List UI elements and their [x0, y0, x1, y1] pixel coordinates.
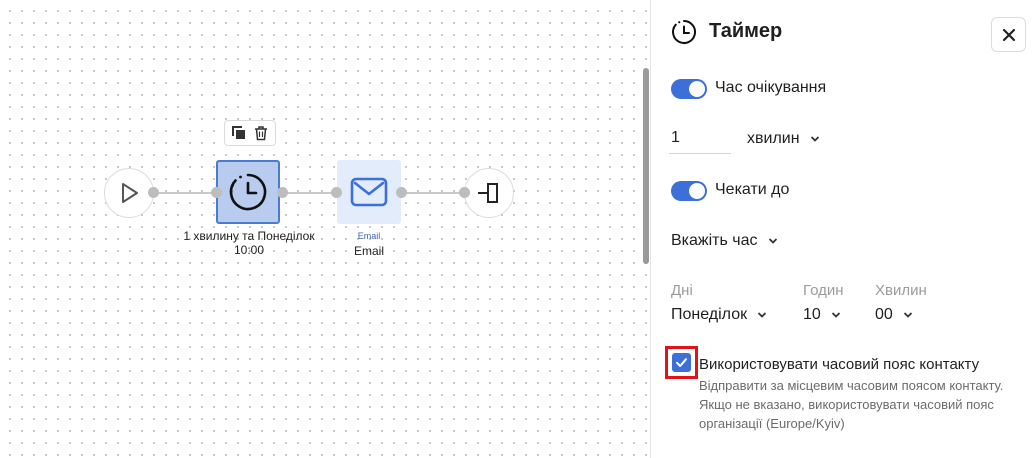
workflow-canvas[interactable]: 1 хвилину та Понеділок 10:00 Email Email [0, 0, 650, 458]
connector-timer-email [282, 192, 337, 194]
hours-select[interactable]: 10 [803, 306, 841, 324]
checkbox-highlight-frame [665, 346, 698, 379]
copy-button[interactable] [230, 124, 248, 142]
trash-icon [255, 126, 268, 141]
panel-title: Таймер [709, 20, 783, 42]
wait-unit-select[interactable]: хвилин [747, 130, 820, 148]
minutes-select[interactable]: 00 [875, 306, 913, 324]
timer-icon [229, 173, 267, 211]
wait-toggle-label: Час очікування [715, 79, 827, 96]
app-window: 1 хвилину та Понеділок 10:00 Email Email [0, 0, 1035, 458]
close-button[interactable] [991, 17, 1026, 52]
wait-until-toggle[interactable] [671, 181, 707, 201]
timer-output-port[interactable] [277, 187, 288, 198]
wait-unit-value: хвилин [747, 130, 800, 147]
timer-input-port[interactable] [211, 187, 222, 198]
time-mode-value: Вкажіть час [671, 232, 758, 249]
days-label: Дні [671, 282, 693, 299]
delete-button[interactable] [252, 124, 270, 142]
play-icon [122, 183, 138, 203]
hours-value: 10 [803, 306, 821, 323]
connector-email-exit [402, 192, 464, 194]
timer-settings-panel: Таймер Час очікування хвилин Чекати до В… [650, 0, 1035, 458]
node-toolbar [224, 120, 276, 146]
email-node-label: Email [353, 244, 384, 258]
timer-label-line2: 10:00 [233, 243, 265, 257]
wait-until-toggle-label: Чекати до [715, 181, 790, 198]
time-mode-select[interactable]: Вкажіть час [671, 232, 778, 250]
email-node-sublabel: Email [357, 231, 381, 241]
timer-node-label: 1 хвилину та Понеділок 10:00 [170, 229, 328, 257]
timezone-checkbox[interactable] [672, 353, 691, 372]
chevron-down-icon [768, 238, 777, 244]
start-node[interactable] [104, 168, 154, 218]
days-value: Понеділок [671, 306, 748, 323]
chevron-down-icon [810, 136, 819, 142]
chevron-down-icon [903, 312, 912, 318]
minutes-label: Хвилин [875, 282, 927, 299]
minutes-value: 00 [875, 306, 893, 323]
envelope-icon [350, 177, 388, 207]
wait-amount-input[interactable] [669, 122, 731, 154]
email-input-port[interactable] [331, 187, 342, 198]
exit-node[interactable] [464, 168, 514, 218]
hours-label: Годин [803, 282, 844, 299]
timer-label-line1: 1 хвилину та Понеділок [183, 229, 315, 243]
wait-toggle[interactable] [671, 79, 707, 99]
days-select[interactable]: Понеділок [671, 306, 767, 324]
connector-start-timer [154, 192, 216, 194]
timezone-description: Відправити за місцевим часовим поясом ко… [699, 378, 1004, 431]
email-node[interactable] [337, 160, 401, 224]
chevron-down-icon [757, 312, 767, 318]
clock-icon [671, 20, 696, 44]
copy-icon [231, 126, 245, 139]
start-output-port[interactable] [148, 187, 159, 198]
chevron-down-icon [831, 312, 840, 318]
timezone-checkbox-label: Використовувати часовий пояс контакту [699, 356, 980, 373]
exit-input-port[interactable] [459, 187, 470, 198]
check-icon [676, 358, 687, 367]
canvas-scrollbar[interactable] [643, 68, 649, 264]
timer-node[interactable] [216, 160, 280, 224]
exit-icon [478, 183, 498, 203]
email-output-port[interactable] [396, 187, 407, 198]
close-icon [1002, 28, 1015, 41]
